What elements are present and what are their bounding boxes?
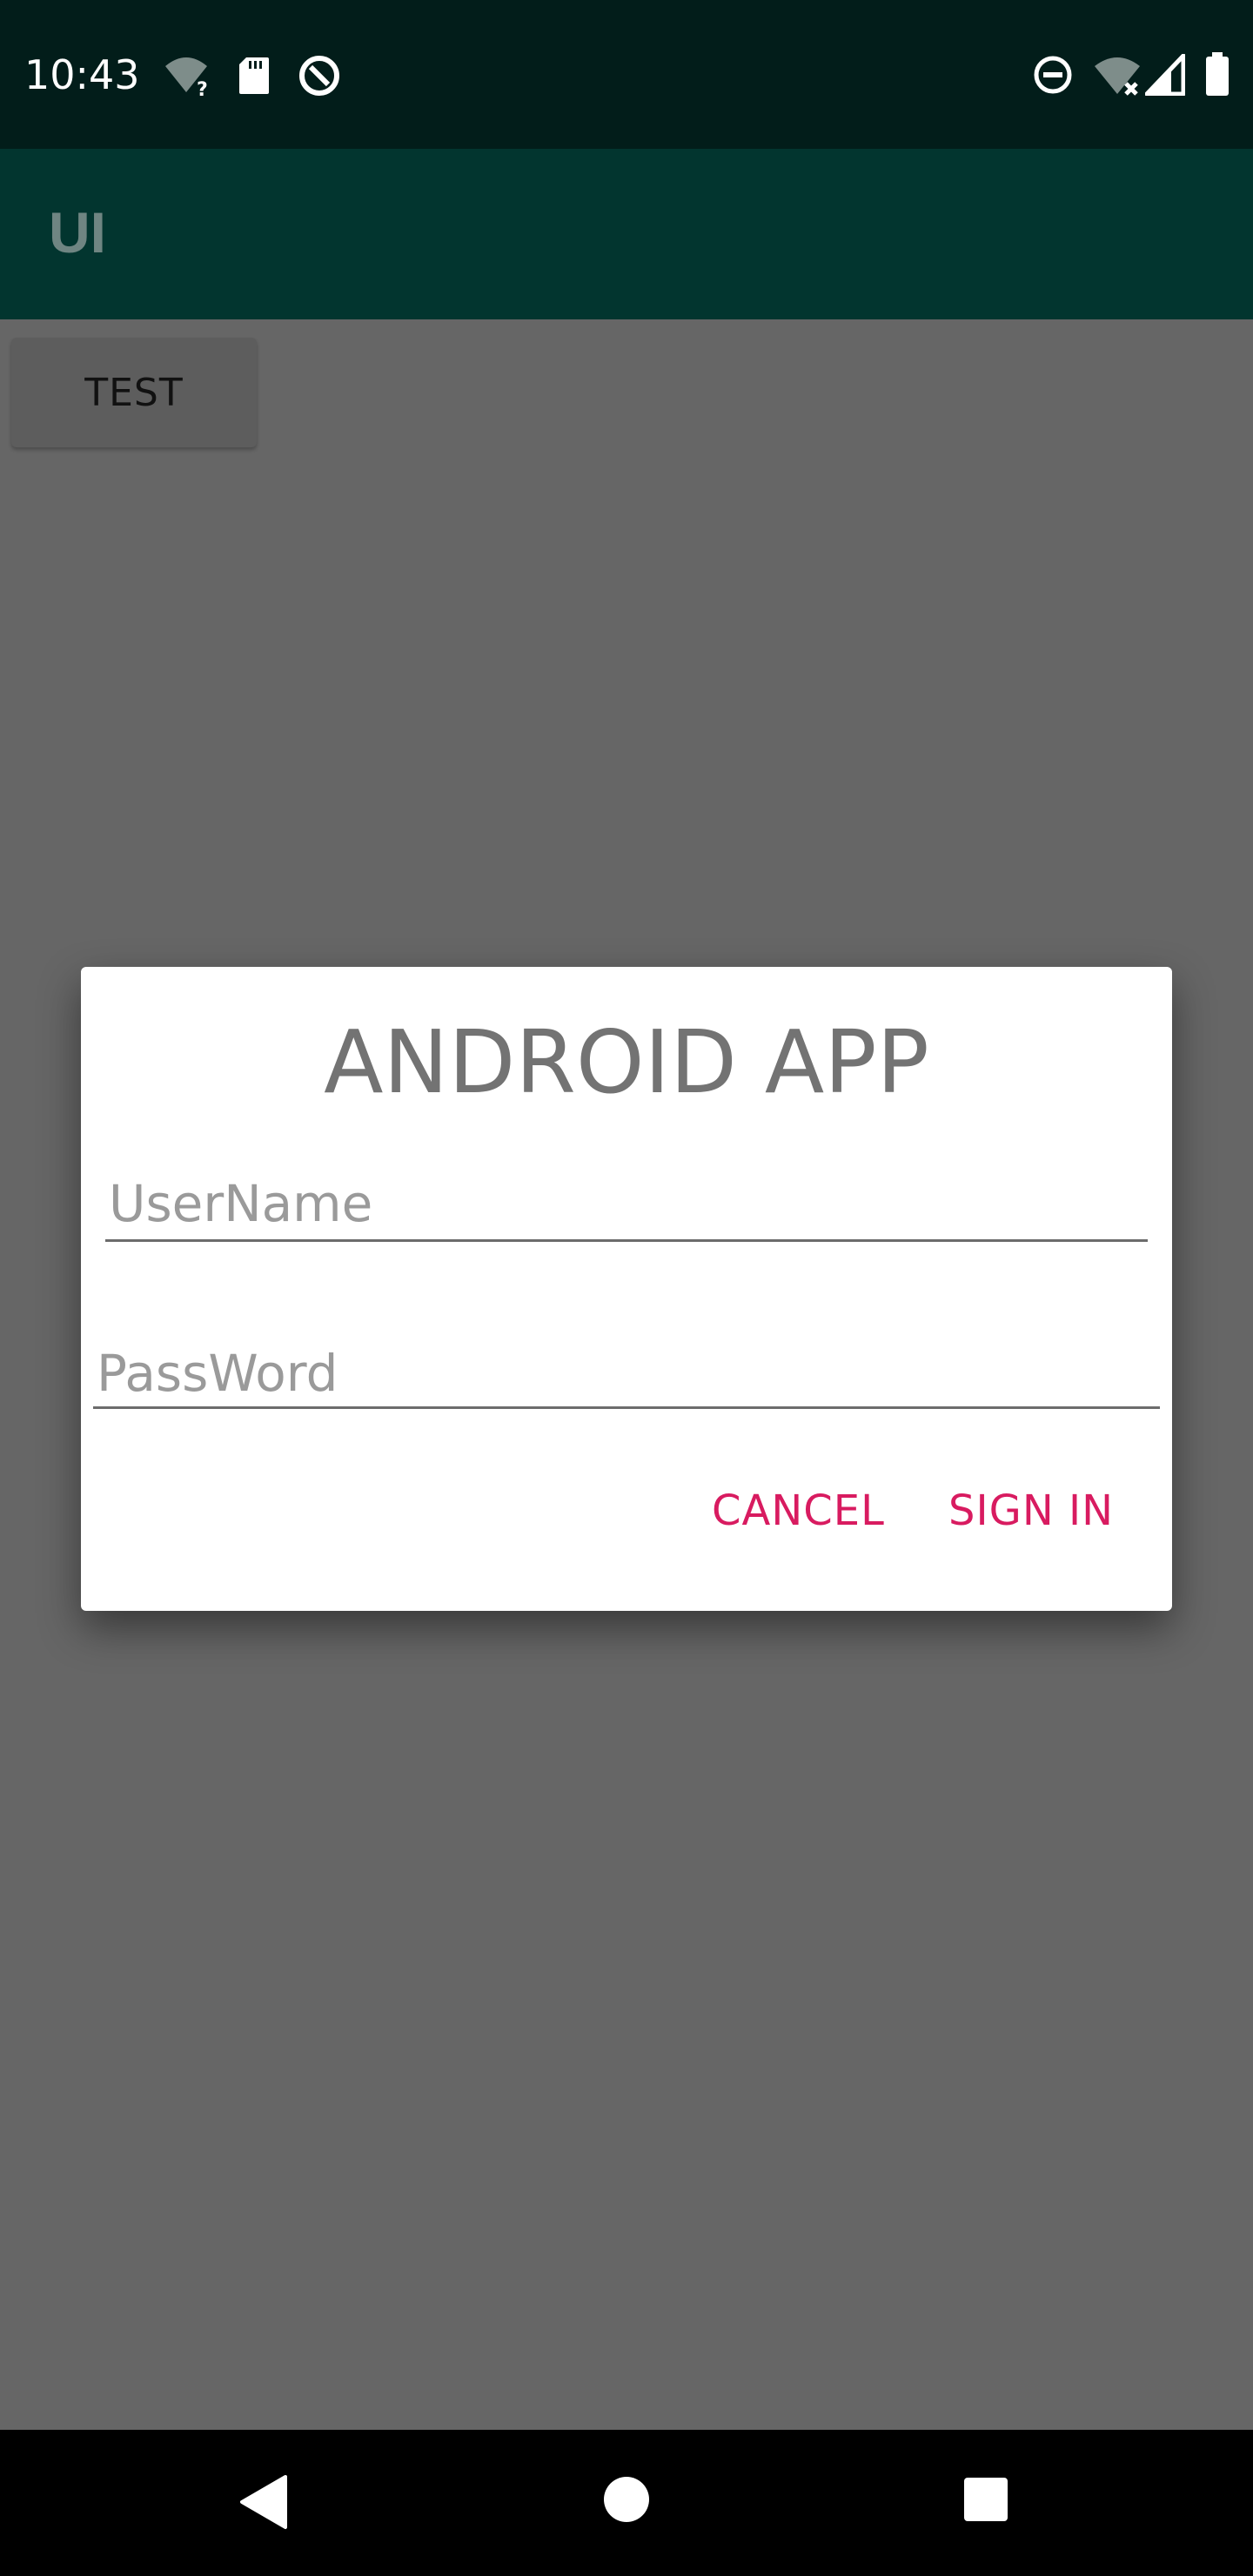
home-icon[interactable] [602,2475,651,2524]
back-icon[interactable] [235,2473,291,2531]
app-bar: UI [0,149,1253,319]
sd-card-icon [239,57,269,94]
recents-icon[interactable] [963,2477,1008,2522]
signal-icon [1145,54,1185,96]
wifi-off-icon [1095,57,1140,96]
cancel-button[interactable]: CANCEL [712,1480,885,1541]
test-button[interactable]: TEST [11,338,257,447]
password-input[interactable] [93,1339,1160,1409]
sign-in-dialog: ANDROID APP CANCEL SIGN IN [81,967,1172,1611]
dialog-title: ANDROID APP [324,1011,929,1113]
app-title: UI [49,200,106,265]
status-time: 10:43 [24,51,140,98]
do-not-disturb-icon [1034,56,1072,94]
svg-text:?: ? [197,79,208,97]
sign-in-button[interactable]: SIGN IN [948,1480,1114,1541]
battery-icon [1206,52,1229,96]
wifi-question-icon: ? [165,57,208,97]
status-bar: 10:43 ? [0,0,1253,149]
username-input[interactable] [105,1167,1148,1242]
navigation-bar [0,2430,1253,2576]
data-saver-icon [299,56,339,96]
